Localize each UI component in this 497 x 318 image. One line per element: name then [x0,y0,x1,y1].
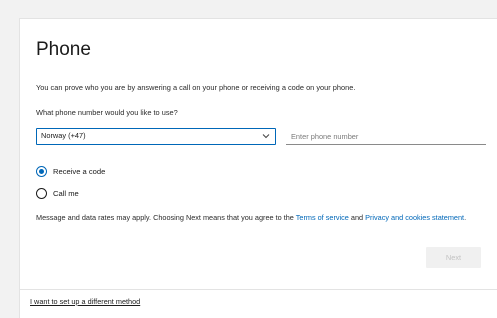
call-me-label: Call me [53,189,79,198]
legal-notice: Message and data rates may apply. Choosi… [36,212,488,223]
legal-and-text: and [348,213,366,222]
privacy-statement-link[interactable]: Privacy and cookies statement [365,213,464,222]
phone-question-text: What phone number would you like to use? [36,108,178,117]
description-text: You can prove who you are by answering a… [36,83,356,92]
page-title: Phone [36,39,91,60]
different-method-link[interactable]: I want to set up a different method [30,297,140,306]
chevron-down-icon [262,134,270,139]
receive-code-option[interactable]: Receive a code [36,166,105,177]
country-code-value: Norway (+47) [41,131,86,140]
country-code-select[interactable]: Norway (+47) [36,128,276,145]
footer-divider [20,289,497,290]
phone-number-input[interactable] [286,128,486,145]
call-me-option[interactable]: Call me [36,188,79,199]
call-me-radio[interactable] [36,188,47,199]
phone-setup-card: Phone You can prove who you are by answe… [19,18,497,318]
receive-code-radio[interactable] [36,166,47,177]
legal-suffix-text: . [464,213,467,222]
legal-prefix-text: Message and data rates may apply. Choosi… [36,213,296,222]
next-button[interactable]: Next [426,247,481,268]
terms-of-service-link[interactable]: Terms of service [296,213,349,222]
receive-code-label: Receive a code [53,167,106,176]
